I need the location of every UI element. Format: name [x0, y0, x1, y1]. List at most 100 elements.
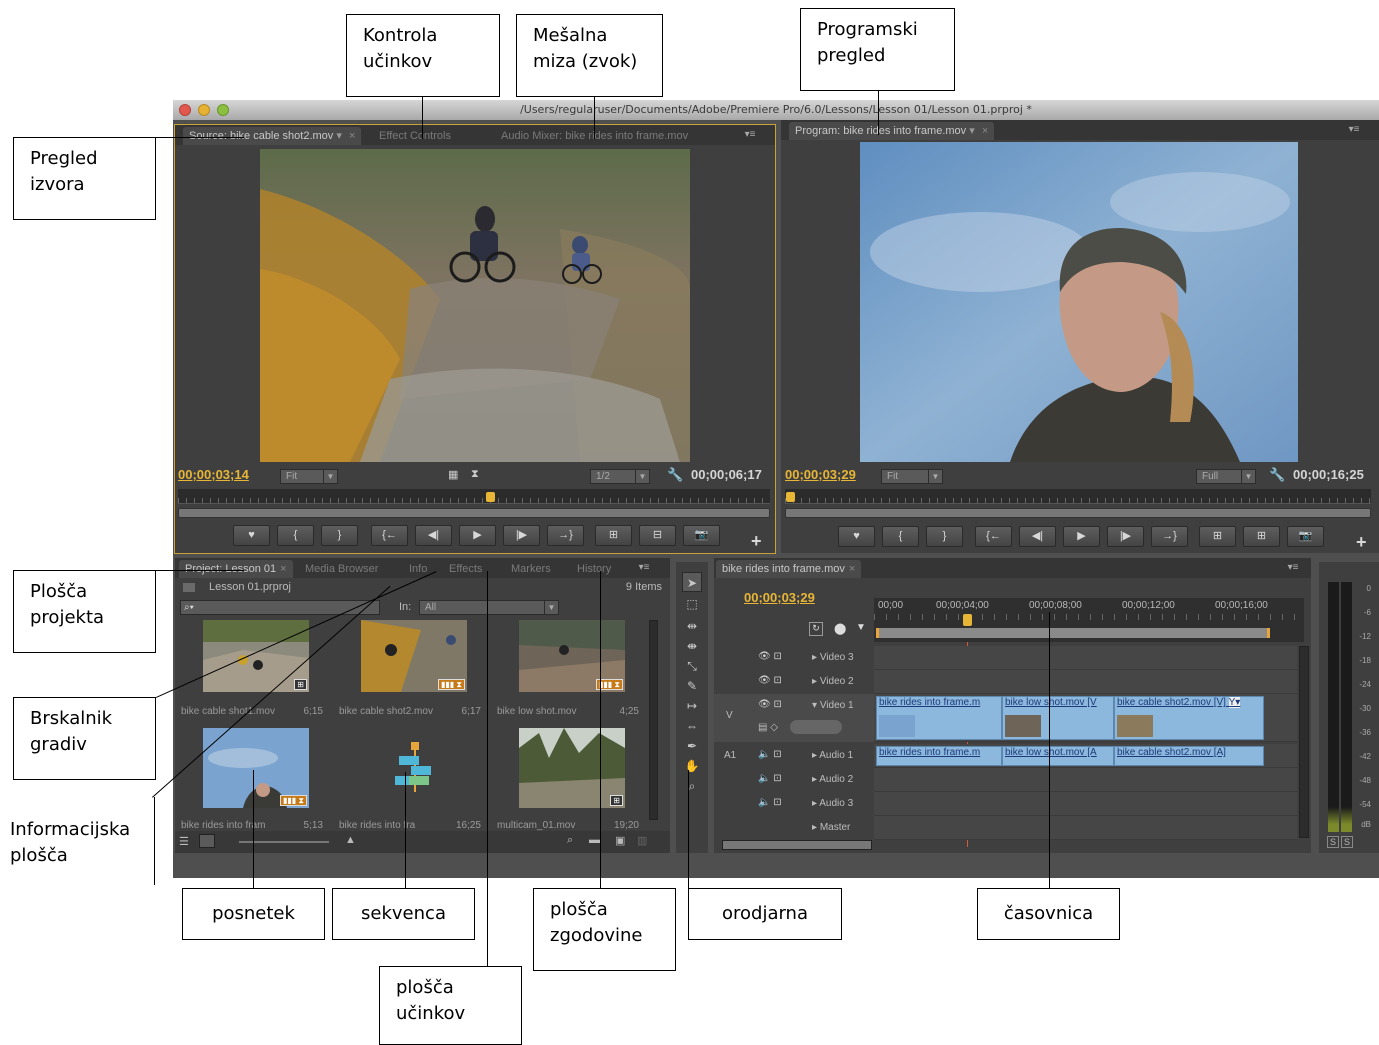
tab-program-menu-icon[interactable]: ▾	[969, 125, 975, 137]
speaker-icon[interactable]: 🔈 ⊡	[758, 797, 782, 808]
timeline-clip[interactable]: bike rides into frame.m	[876, 746, 1002, 766]
solo-left-button[interactable]: S	[1327, 836, 1339, 848]
button-editor-plus-icon[interactable]: +	[751, 531, 762, 552]
track-video2[interactable]	[874, 670, 1297, 694]
step-back-button[interactable]: ◀|	[1019, 526, 1056, 547]
project-item-clip[interactable]: ⊞ bike cable shot1.mov 6;15	[177, 620, 327, 740]
program-zoom-scrollbar[interactable]	[785, 508, 1371, 518]
snap-icon[interactable]: ↻	[809, 622, 823, 636]
source-zoom-scrollbar[interactable]	[178, 508, 770, 518]
slip-tool-icon[interactable]: ↦	[682, 696, 702, 716]
export-frame-button[interactable]: 📷	[1287, 526, 1324, 547]
icon-view-icon[interactable]	[199, 834, 215, 848]
track-header-video2[interactable]: 👁 ⊡ ▸ Video 2	[714, 670, 874, 694]
tab-media-browser[interactable]: Media Browser	[299, 560, 384, 578]
eye-icon[interactable]: 👁 ⊡	[758, 675, 782, 686]
track-header-video3[interactable]: 👁 ⊡ ▸ Video 3	[714, 646, 874, 670]
mark-in-button[interactable]: {	[882, 526, 919, 547]
find-icon[interactable]: ⌕	[567, 834, 573, 847]
timeline-hscrollbar[interactable]	[722, 840, 872, 850]
track-header-audio2[interactable]: 🔈 ⊡ ▸ Audio 2	[714, 768, 874, 792]
wrench-icon[interactable]: 🔧	[667, 467, 683, 483]
tab-source[interactable]: Source: bike cable shot2.mov ▾ ×	[183, 127, 362, 145]
panel-menu-icon[interactable]: ▾≡	[1286, 561, 1300, 575]
pen-tool-icon[interactable]: ✒	[682, 736, 702, 756]
insert-button[interactable]: ⊞	[595, 525, 632, 546]
list-view-icon[interactable]: ☰	[179, 835, 189, 848]
close-icon[interactable]: ×	[849, 563, 855, 575]
playhead-icon[interactable]	[486, 492, 495, 502]
eye-icon[interactable]: 👁 ⊡	[758, 699, 782, 710]
track-header-audio1[interactable]: A1 🔈 ⊡ ▸ Audio 1	[714, 744, 874, 768]
tab-project[interactable]: Project: Lesson 01 ×	[179, 560, 293, 578]
selection-tool-icon[interactable]: ➤	[682, 572, 702, 592]
keyframe-dropdown[interactable]	[790, 720, 842, 734]
trash-icon[interactable]: ▥	[637, 834, 647, 847]
program-zoom-dropdown[interactable]: Fit ▼	[881, 469, 943, 484]
tab-source-menu-icon[interactable]: ▾	[336, 130, 342, 142]
go-to-out-button[interactable]: →}	[1151, 526, 1188, 547]
speaker-icon[interactable]: 🔈 ⊡	[758, 749, 782, 760]
go-to-out-button[interactable]: →}	[547, 525, 584, 546]
mark-in-button[interactable]: {	[277, 525, 314, 546]
mark-out-button[interactable]: }	[321, 525, 358, 546]
timeline-clip[interactable]: bike cable shot2.mov [A]	[1114, 746, 1264, 766]
tab-effect-controls[interactable]: Effect Controls	[373, 127, 457, 145]
close-icon[interactable]: ×	[280, 563, 286, 575]
razor-tool-icon[interactable]: ✎	[682, 676, 702, 696]
track-audio3[interactable]	[874, 792, 1297, 816]
timeline-clip[interactable]: bike low shot.mov [V	[1002, 696, 1114, 740]
project-item-clip[interactable]: ▮▮▮ ⧗ bike low shot.mov 4;25	[493, 620, 643, 740]
source-zoom-dropdown[interactable]: Fit ▼	[280, 469, 338, 484]
source-current-time[interactable]: 00;00;03;14	[178, 467, 249, 482]
ripple-edit-tool-icon[interactable]: ⇹	[682, 616, 702, 636]
wrench-icon[interactable]: 🔧	[1269, 467, 1285, 483]
rate-stretch-tool-icon[interactable]: ⤡	[682, 656, 702, 676]
add-marker-icon[interactable]: ⬤	[834, 622, 846, 635]
program-resolution-dropdown[interactable]: Full ▼	[1196, 469, 1256, 484]
go-to-in-button[interactable]: {←	[975, 526, 1012, 547]
program-current-time[interactable]: 00;00;03;29	[785, 467, 856, 482]
track-audio1[interactable]: bike rides into frame.m bike low shot.mo…	[874, 744, 1297, 768]
timeline-vscrollbar[interactable]	[1299, 646, 1309, 838]
source-time-ruler[interactable]	[178, 489, 770, 504]
overwrite-button[interactable]: ⊟	[639, 525, 676, 546]
panel-menu-icon[interactable]: ▾≡	[637, 561, 651, 575]
timeline-clip[interactable]: bike cable shot2.mov [V] Y▾	[1114, 696, 1264, 740]
program-time-ruler[interactable]	[785, 489, 1371, 504]
extract-button[interactable]: ⊞	[1243, 526, 1280, 547]
in-dropdown[interactable]: All ▼	[419, 600, 559, 615]
track-master[interactable]	[874, 816, 1297, 840]
panel-menu-icon[interactable]: ▾≡	[743, 128, 757, 142]
source-patch-v[interactable]: V	[726, 710, 733, 721]
timeline-ruler[interactable]: 00;00 00;00;04;00 00;00;08;00 00;00;12;0…	[874, 598, 1304, 642]
project-scrollbar[interactable]	[649, 620, 658, 820]
play-button[interactable]: ▶	[1063, 526, 1100, 547]
playhead-icon[interactable]	[963, 614, 972, 626]
step-forward-button[interactable]: |▶	[503, 525, 540, 546]
keyframe-icon[interactable]: ▤ ◇	[758, 722, 778, 733]
add-marker-button[interactable]: ♥	[233, 525, 270, 546]
step-forward-button[interactable]: |▶	[1107, 526, 1144, 547]
drag-audio-icon[interactable]: ⧗	[471, 468, 479, 481]
track-video3[interactable]	[874, 646, 1297, 670]
source-resolution-dropdown[interactable]: 1/2 ▼	[590, 469, 650, 484]
export-frame-button[interactable]: 📷	[683, 525, 720, 546]
timeline-current-time[interactable]: 00;00;03;29	[744, 590, 815, 605]
solo-right-button[interactable]: S	[1341, 836, 1353, 848]
button-editor-plus-icon[interactable]: +	[1356, 532, 1367, 553]
zoom-tool-icon[interactable]: ⌕	[682, 776, 702, 796]
track-audio2[interactable]	[874, 768, 1297, 792]
project-item-clip[interactable]: ⊞ multicam_01.mov 19;20	[493, 728, 643, 848]
lift-button[interactable]: ⊞	[1199, 526, 1236, 547]
slide-tool-icon[interactable]: ⇔	[682, 716, 702, 736]
tab-markers[interactable]: Markers	[505, 560, 557, 578]
go-to-in-button[interactable]: {←	[371, 525, 408, 546]
timeline-clip[interactable]: bike low shot.mov [A	[1002, 746, 1114, 766]
track-header-video1[interactable]: V 👁 ⊡ ▾ Video 1 ▤ ◇	[714, 694, 874, 742]
tab-program[interactable]: Program: bike rides into frame.mov ▾ ×	[789, 122, 995, 140]
mark-out-button[interactable]: }	[926, 526, 963, 547]
track-header-audio3[interactable]: 🔈 ⊡ ▸ Audio 3	[714, 792, 874, 816]
eye-icon[interactable]: 👁 ⊡	[758, 651, 782, 662]
play-button[interactable]: ▶	[459, 525, 496, 546]
